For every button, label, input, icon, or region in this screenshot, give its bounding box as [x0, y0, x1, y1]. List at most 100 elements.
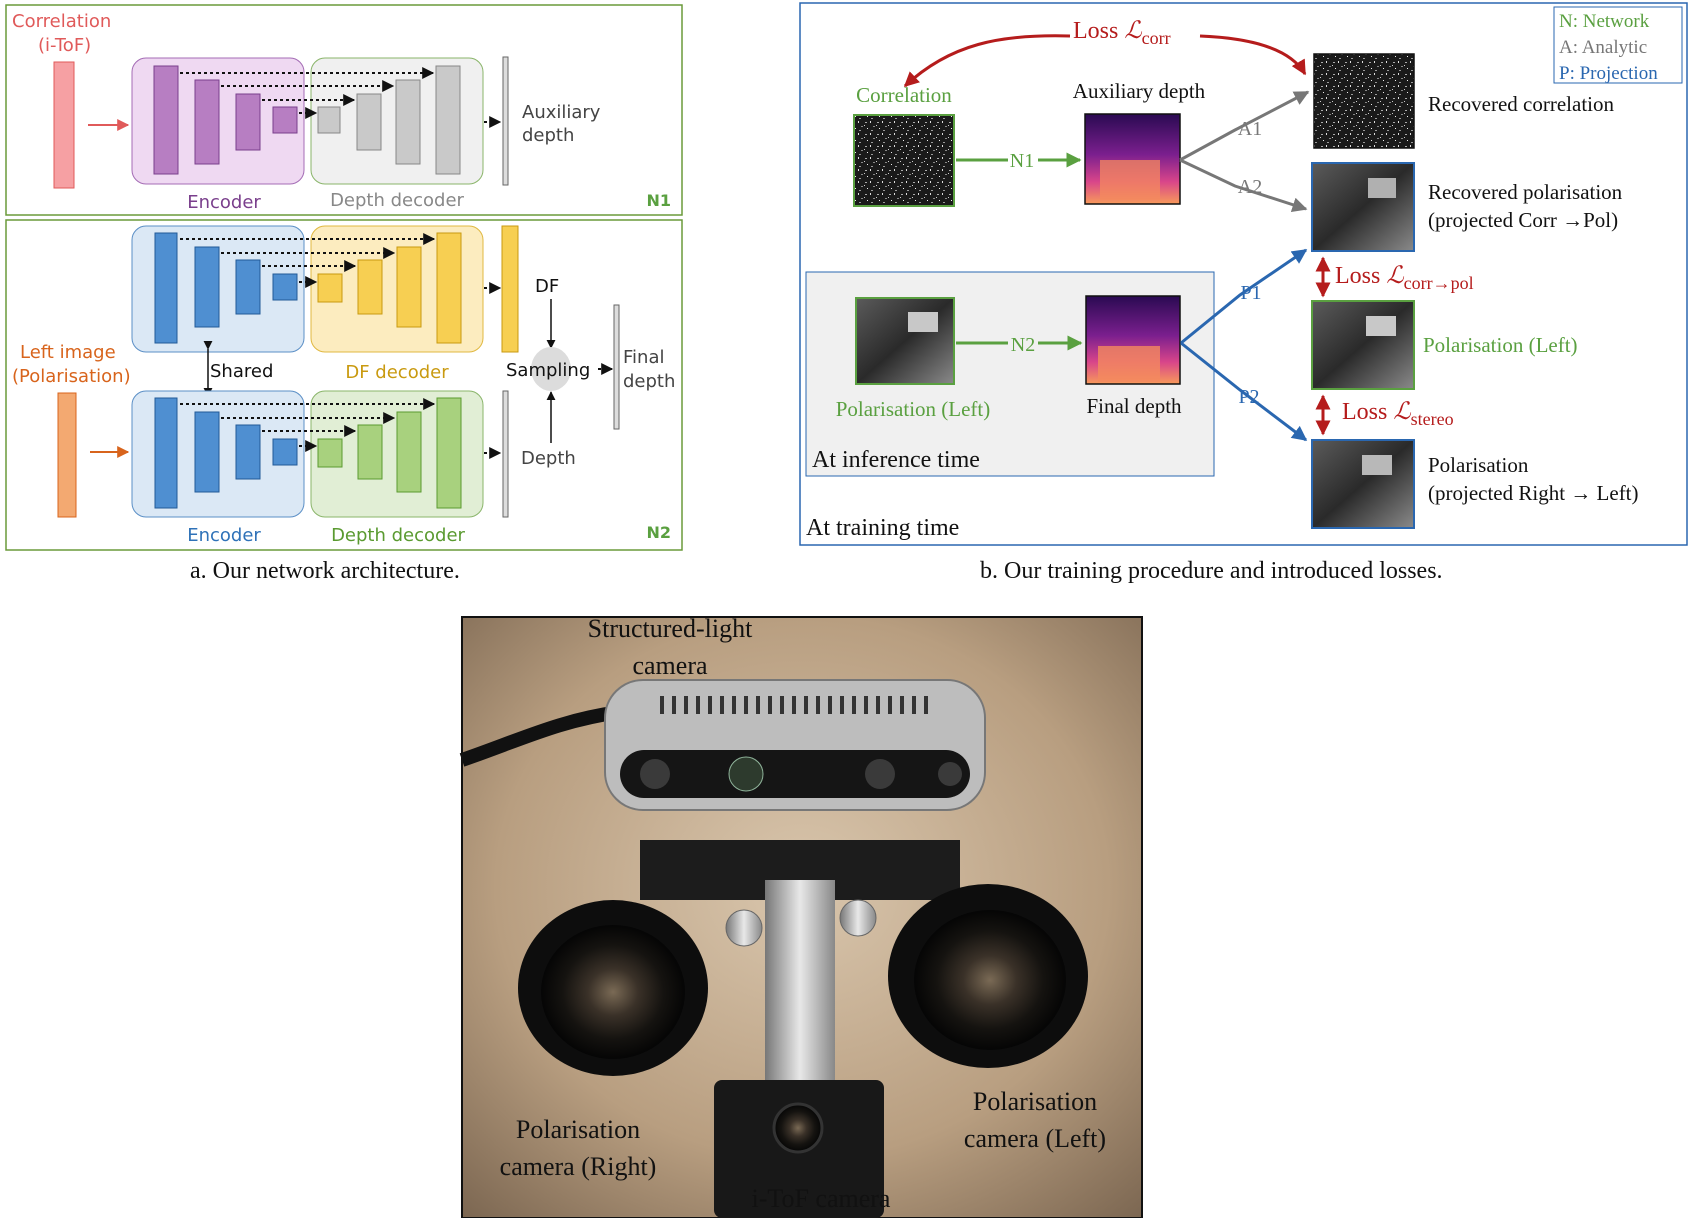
photo-sl-label-line1: Structured-light [588, 614, 753, 643]
n2-dec-layer-1 [317, 438, 343, 468]
photo-itof-label: i-ToF camera [752, 1184, 891, 1213]
n2-depth-output-bar [502, 390, 509, 518]
n2-final-label-line2: depth [623, 371, 675, 392]
n2-df-layer-2 [357, 259, 383, 315]
recovered-pol-label: Recovered polarisation [1428, 180, 1623, 204]
projected-corr-pol-label: (projected Corr →Pol) [1428, 208, 1618, 232]
n2-bot-enc-layer-4 [272, 438, 298, 466]
n2-top-enc-layer-2 [194, 246, 220, 328]
photo-sl-lens-2 [728, 756, 764, 792]
pol-left-right-label: Polarisation (Left) [1423, 333, 1578, 357]
n2-encoder-label: Encoder [187, 525, 261, 546]
pol-projected-thumb [1311, 439, 1415, 529]
photo-right-lens [541, 925, 685, 1059]
n1-enc-layer-2 [194, 79, 220, 165]
n2-shared-label: Shared [210, 361, 273, 382]
inference-label: At inference time [812, 447, 980, 473]
recovered-corr-thumb [1313, 53, 1415, 149]
n2-df-output-bar [501, 225, 519, 353]
photo-sl-label-line2: camera [632, 651, 708, 680]
final-depth-foreground [1098, 346, 1160, 382]
edge-a1-label: A1 [1238, 118, 1262, 140]
pol-projected-window [1362, 455, 1392, 475]
pol-label: Polarisation [1428, 453, 1529, 477]
training-label: At training time [806, 515, 959, 541]
n1-enc-layer-4 [272, 106, 298, 134]
n2-bot-enc-layer-1 [154, 397, 178, 509]
n1-input-label-line2: (i-ToF) [38, 35, 91, 56]
pol-left-label: Polarisation (Left) [836, 397, 991, 421]
n2-top-enc-layer-3 [235, 259, 261, 315]
legend-projection: P: Projection [1559, 63, 1658, 84]
photo-center-post [765, 880, 835, 1080]
recovered-pol-thumb [1311, 162, 1415, 252]
n2-final-label-line1: Final [623, 347, 664, 368]
n1-output-label-line2: depth [522, 125, 574, 146]
edge-p1-label: P1 [1240, 282, 1261, 304]
n2-depth-label: Depth [521, 448, 576, 469]
photo-screw-right [839, 899, 877, 937]
pol-left-thumb [855, 297, 955, 385]
correlation-thumb [853, 114, 955, 207]
n1-dec-layer-1 [317, 106, 341, 134]
n2-dec-layer-3 [396, 411, 422, 493]
n1-dec-layer-4 [435, 65, 461, 175]
edge-a2-label: A2 [1238, 176, 1262, 198]
n2-df-label: DF [535, 276, 559, 297]
correlation-label: Correlation [856, 83, 952, 107]
n2-df-layer-1 [317, 273, 343, 303]
pol-left-window [908, 312, 938, 332]
n2-df-layer-4 [436, 232, 462, 344]
photo-sl-lens-4 [938, 762, 962, 786]
photo-itof-lens [772, 1102, 824, 1154]
recovered-corr-label: Recovered correlation [1428, 92, 1614, 116]
recovered-pol-window [1368, 178, 1396, 198]
aux-depth-label: Auxiliary depth [1073, 79, 1206, 103]
n1-output-label-line1: Auxiliary [522, 102, 601, 123]
aux-depth-foreground [1100, 160, 1160, 200]
photo-pol-left-line2: camera (Left) [964, 1124, 1106, 1153]
panel-a: Correlation (i-ToF) Auxiliary depth Enco… [5, 4, 683, 551]
n2-df-layer-3 [396, 246, 422, 328]
n2-tag: N2 [646, 523, 671, 542]
n2-dec-layer-2 [357, 424, 383, 480]
photo-pol-right-line1: Polarisation [516, 1115, 640, 1144]
n2-depth-decoder-label: Depth decoder [331, 525, 465, 546]
camera-photo: Structured-light camera Polarisation cam… [459, 614, 1143, 1219]
n2-input-bar [57, 392, 77, 518]
n1-tag: N1 [646, 191, 671, 210]
n1-dec-layer-3 [395, 79, 421, 165]
legend-network: N: Network [1559, 11, 1650, 32]
photo-sl-lens-3 [865, 759, 895, 789]
photo-left-lens [914, 910, 1066, 1050]
final-depth-label: Final depth [1086, 394, 1182, 418]
n1-decoder-label: Depth decoder [330, 190, 464, 211]
n1-dec-layer-2 [356, 93, 382, 151]
edge-n1-label: N1 [1010, 150, 1034, 172]
n1-encoder-label: Encoder [187, 192, 261, 213]
n2-sampling-label: Sampling [506, 360, 590, 381]
pol-left-right-thumb [1311, 300, 1415, 390]
photo-sl-lens-1 [640, 759, 670, 789]
n2-final-output-bar [613, 304, 620, 430]
n1-enc-layer-3 [235, 93, 261, 151]
photo-pol-left-line1: Polarisation [973, 1087, 1097, 1116]
edge-p2-label: P2 [1238, 386, 1259, 408]
n2-df-decoder-label: DF decoder [345, 362, 449, 383]
panel-b: N: Network A: Analytic P: Projection Los… [799, 2, 1688, 546]
n2-top-enc-layer-1 [154, 232, 178, 344]
n2-bot-enc-layer-3 [235, 424, 261, 480]
caption-a: a. Our network architecture. [190, 558, 460, 584]
photo-screw-left [725, 909, 763, 947]
n2-input-label-line1: Left image [20, 342, 116, 363]
n2-dec-layer-4 [436, 397, 462, 509]
projected-right-left-label: (projected Right → Left) [1428, 481, 1639, 505]
n1-input-bar [53, 61, 75, 189]
edge-n2-label: N2 [1011, 334, 1035, 356]
photo-structured-light-front [620, 750, 970, 798]
photo-pol-right-line2: camera (Right) [500, 1152, 657, 1181]
n1-input-label-line1: Correlation [12, 11, 111, 32]
caption-b: b. Our training procedure and introduced… [980, 558, 1443, 584]
n1-output-bar [502, 56, 509, 186]
legend-analytic: A: Analytic [1559, 37, 1647, 58]
